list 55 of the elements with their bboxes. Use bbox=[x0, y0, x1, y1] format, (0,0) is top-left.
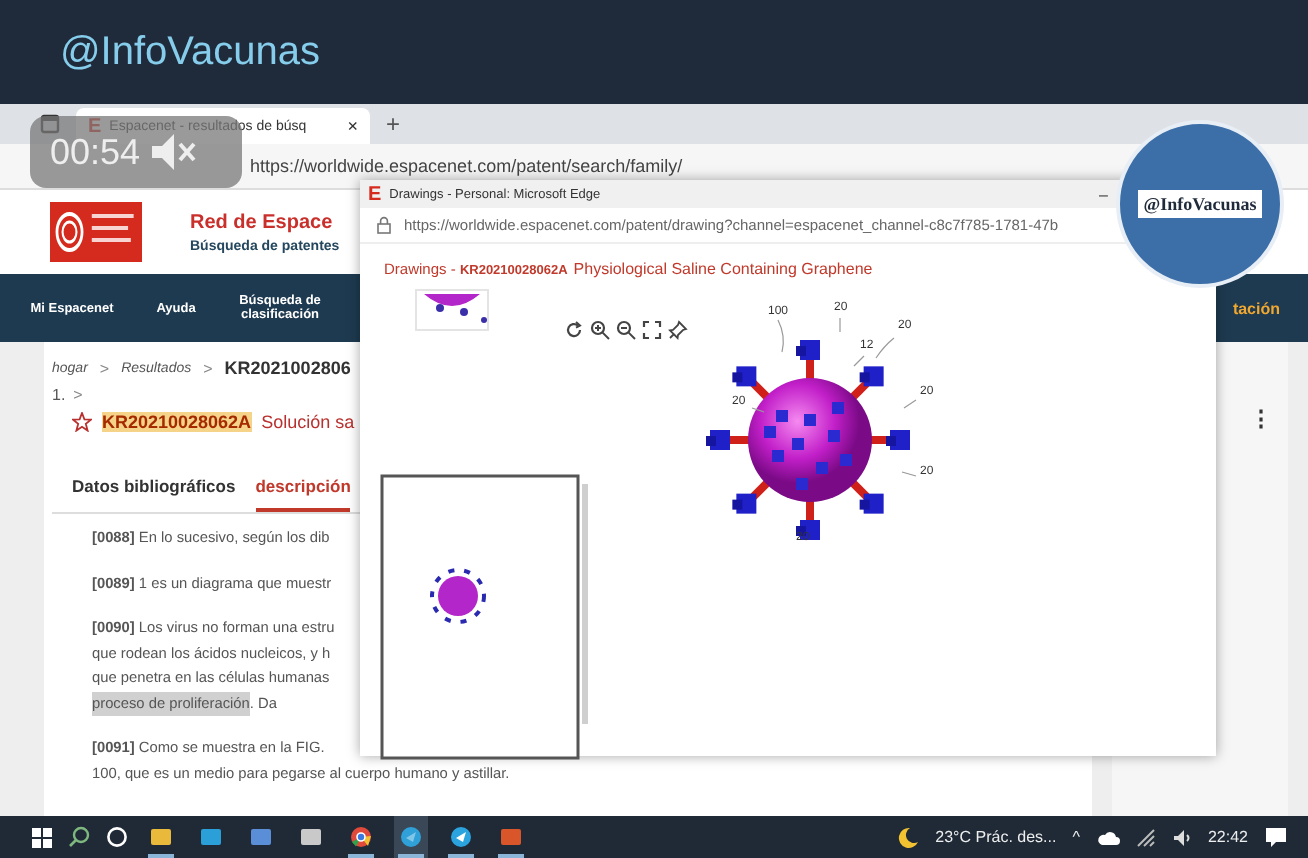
circle-icon[interactable] bbox=[106, 826, 128, 848]
leader-line bbox=[751, 407, 765, 413]
chevron-icon[interactable]: > bbox=[73, 386, 83, 404]
result-index: 1. bbox=[52, 386, 66, 404]
chevron-icon: > bbox=[99, 359, 110, 377]
scrollbar[interactable] bbox=[582, 484, 588, 724]
zoom-in-icon[interactable] bbox=[590, 320, 610, 340]
pin-icon[interactable] bbox=[668, 320, 688, 340]
clock-text[interactable]: 22:42 bbox=[1207, 828, 1248, 846]
star-icon[interactable] bbox=[72, 412, 92, 432]
network-icon[interactable] bbox=[1135, 827, 1156, 847]
app-icon: E bbox=[368, 183, 382, 205]
section-tab[interactable]: descripción bbox=[255, 468, 351, 512]
leader-line bbox=[853, 355, 865, 367]
app-icon[interactable] bbox=[500, 826, 522, 848]
patent-number[interactable]: KR20210028062A bbox=[102, 412, 252, 432]
lock-icon bbox=[376, 216, 392, 234]
channel-handle: @InfoVacunas bbox=[60, 29, 321, 75]
fit-screen-icon[interactable] bbox=[642, 320, 662, 340]
leader-line bbox=[903, 399, 917, 409]
video-time: 00:54 bbox=[50, 131, 141, 173]
leader-line bbox=[875, 337, 895, 359]
moon-icon[interactable] bbox=[895, 825, 920, 849]
thumbnail[interactable] bbox=[380, 474, 580, 760]
zoom-out-icon[interactable] bbox=[616, 320, 636, 340]
nav-link[interactable]: tación bbox=[1232, 299, 1280, 317]
cloud-icon[interactable] bbox=[1095, 829, 1120, 845]
leader-line bbox=[901, 471, 917, 477]
leader-line bbox=[777, 319, 784, 353]
patent-title: Physiological Saline Containing Graphene bbox=[573, 260, 873, 278]
notification-icon[interactable] bbox=[1264, 826, 1288, 848]
window-icon[interactable] bbox=[300, 826, 322, 848]
paper-plane-icon[interactable] bbox=[450, 826, 472, 848]
windows-start-icon[interactable] bbox=[32, 827, 52, 847]
logo-icon bbox=[50, 202, 142, 262]
new-tab-button[interactable]: + bbox=[386, 110, 401, 138]
tray-toggle[interactable]: ^ bbox=[1072, 828, 1080, 846]
channel-handle: @InfoVacunas bbox=[1137, 190, 1263, 218]
rotate-icon[interactable] bbox=[564, 320, 584, 340]
site-title: Red de Espace bbox=[190, 211, 335, 233]
search-icon[interactable] bbox=[68, 826, 90, 848]
close-icon[interactable]: × bbox=[347, 116, 358, 136]
weather-text[interactable]: 23°C Prác. des... bbox=[935, 828, 1057, 846]
site-icon: E bbox=[88, 115, 102, 137]
window-icon[interactable] bbox=[250, 826, 272, 848]
more-icon[interactable]: ⋮ bbox=[1250, 406, 1272, 816]
minimize-button[interactable]: – bbox=[1099, 185, 1108, 203]
chrome-icon[interactable] bbox=[350, 826, 372, 848]
patent-title[interactable]: Solución sa bbox=[261, 412, 355, 432]
address-field[interactable]: https://worldwide.espacenet.com/patent/search/family/ bbox=[250, 156, 683, 176]
section-tab[interactable]: Datos bibliográficos bbox=[72, 468, 236, 512]
speaker-icon[interactable] bbox=[1171, 827, 1192, 847]
breadcrumb-link[interactable]: KR2021002806 bbox=[224, 358, 351, 378]
chevron-icon: > bbox=[203, 359, 213, 377]
leader-line bbox=[839, 317, 841, 333]
